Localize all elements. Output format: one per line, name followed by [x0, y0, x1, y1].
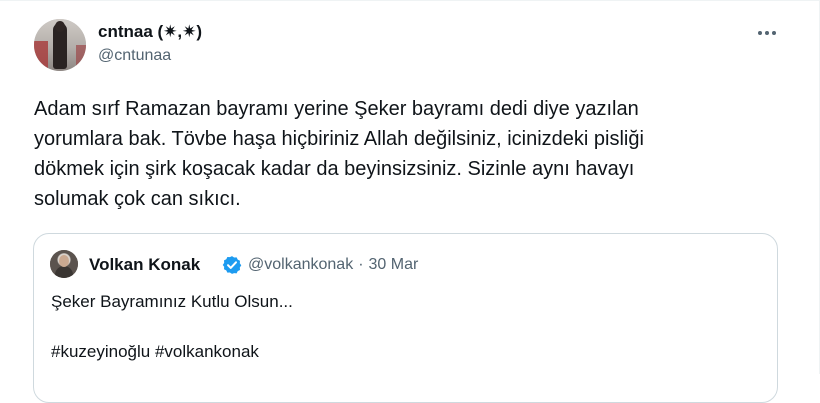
- quoted-author-meta: @volkankonak · 30 Mar: [248, 256, 418, 274]
- more-dot: [772, 31, 776, 35]
- author-avatar[interactable]: [34, 19, 86, 71]
- tweet-text: Adam sırf Ramazan bayramı yerine Şeker b…: [34, 94, 734, 214]
- avatar-detail: [76, 45, 86, 71]
- tweet-card[interactable]: cntnaa (✷,✷) @cntunaa Adam sırf Ramazan …: [0, 0, 820, 403]
- avatar-figure-head: [55, 21, 65, 32]
- tweet-text-line: Adam sırf Ramazan bayramı yerine Şeker b…: [34, 98, 639, 120]
- tweet-text-line: dökmek için şirk koşacak kadar da beyins…: [34, 158, 635, 180]
- quoted-tweet-hashtags[interactable]: #kuzeyinoğlu #volkankonak: [51, 342, 259, 362]
- quoted-author-display-name[interactable]: Volkan Konak: [89, 255, 200, 275]
- avatar-face: [59, 255, 69, 267]
- tweet-text-line: solumak çok can sıkıcı.: [34, 188, 241, 210]
- quoted-author-avatar[interactable]: [50, 250, 78, 278]
- quoted-tweet-text: Şeker Bayramınız Kutlu Olsun...: [51, 292, 293, 311]
- avatar-detail: [34, 41, 48, 71]
- meta-separator: ·: [358, 256, 364, 273]
- quoted-tweet-date[interactable]: 30 Mar: [369, 256, 419, 273]
- quoted-tweet[interactable]: Volkan Konak @volkankonak · 30 Mar Şeker B…: [33, 233, 778, 403]
- author-display-name[interactable]: cntnaa (✷,✷): [98, 22, 202, 42]
- avatar-shoulders: [55, 266, 73, 278]
- more-dot: [758, 31, 762, 35]
- quoted-author-handle[interactable]: @volkankonak: [248, 256, 353, 273]
- tweet-text-line: yorumlara bak. Tövbe haşa hiçbiriniz All…: [34, 128, 644, 150]
- verified-badge-icon: [222, 256, 242, 274]
- author-handle[interactable]: @cntunaa: [98, 47, 171, 65]
- more-dot: [765, 31, 769, 35]
- more-icon[interactable]: [752, 21, 782, 45]
